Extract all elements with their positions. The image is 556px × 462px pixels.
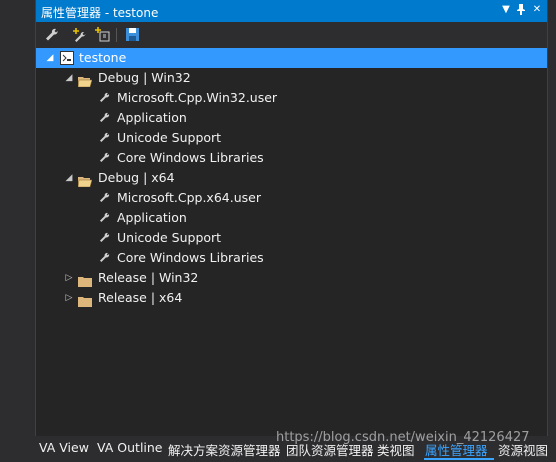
expand-arrow-icon[interactable]: ▷ — [64, 288, 74, 308]
folder-open-icon — [77, 73, 93, 88]
tree-group-release-win32[interactable]: ▷ Release | Win32 — [36, 268, 548, 288]
panel-title: 属性管理器 - testone — [41, 6, 159, 20]
tree-root-testone[interactable]: ◢ testone — [36, 48, 548, 68]
collapse-arrow-icon[interactable]: ◢ — [64, 168, 74, 188]
tree-item[interactable]: Core Windows Libraries — [36, 248, 548, 268]
save-icon[interactable] — [124, 26, 142, 44]
dropdown-icon[interactable]: ▼ — [499, 3, 513, 17]
tree-group-debug-win32[interactable]: ◢ Debug | Win32 — [36, 68, 548, 88]
wrench-icon — [98, 231, 112, 242]
tree-group-label: Debug | Win32 — [98, 70, 191, 85]
tree-item[interactable]: Unicode Support — [36, 228, 548, 248]
tree-item-label: Microsoft.Cpp.Win32.user — [117, 90, 278, 105]
wrench-icon[interactable] — [43, 26, 61, 44]
expand-arrow-icon[interactable]: ▷ — [64, 268, 74, 288]
panel-titlebar[interactable]: 属性管理器 - testone ▼ ✕ — [36, 0, 548, 22]
panel-toolbar — [36, 22, 548, 49]
pin-icon[interactable] — [514, 3, 528, 17]
folder-closed-icon — [78, 273, 92, 287]
panel-border — [547, 0, 548, 436]
project-icon — [60, 51, 74, 65]
tree-item-label: Unicode Support — [117, 130, 222, 145]
watermark: https://blog.csdn.net/weixin_42126427 — [276, 430, 530, 445]
tree-root-label: testone — [79, 50, 127, 65]
wrench-icon — [98, 251, 112, 262]
folder-closed-icon — [78, 293, 92, 307]
left-dock-strip — [0, 0, 35, 462]
tab-va-outline[interactable]: VA Outline — [97, 440, 163, 455]
tree-group-label: Release | Win32 — [98, 270, 199, 285]
tree-item[interactable]: Microsoft.Cpp.Win32.user — [36, 88, 548, 108]
wrench-icon — [98, 151, 112, 162]
close-icon[interactable]: ✕ — [530, 3, 544, 17]
add-property-icon[interactable] — [72, 26, 90, 44]
tree-item-label: Application — [117, 110, 187, 125]
tree-item-label: Microsoft.Cpp.x64.user — [117, 190, 261, 205]
tree-group-release-x64[interactable]: ▷ Release | x64 — [36, 288, 548, 308]
tree-item-label: Application — [117, 210, 187, 225]
collapse-arrow-icon[interactable]: ◢ — [64, 68, 74, 88]
right-dock-strip — [548, 0, 556, 462]
tree-item[interactable]: Unicode Support — [36, 128, 548, 148]
tree-item[interactable]: Microsoft.Cpp.x64.user — [36, 188, 548, 208]
tree-item[interactable]: Core Windows Libraries — [36, 148, 548, 168]
folder-open-icon — [77, 173, 93, 188]
tree-item-label: Core Windows Libraries — [117, 150, 264, 165]
tab-solution-explorer[interactable]: 解决方案资源管理器 — [168, 440, 281, 459]
wrench-icon — [98, 111, 112, 122]
wrench-icon — [98, 91, 112, 102]
wrench-icon — [98, 211, 112, 222]
toolbar-separator — [116, 28, 117, 42]
wrench-icon — [98, 131, 112, 142]
collapse-arrow-icon[interactable]: ◢ — [45, 48, 55, 68]
tree-item-label: Core Windows Libraries — [117, 250, 264, 265]
active-tab-indicator — [424, 458, 494, 460]
property-manager-panel: 属性管理器 - testone ▼ ✕ ◢ testone ◢ Debug | … — [35, 0, 548, 436]
tree-item-label: Unicode Support — [117, 230, 222, 245]
tree-group-label: Release | x64 — [98, 290, 183, 305]
tree-group-debug-x64[interactable]: ◢ Debug | x64 — [36, 168, 548, 188]
tree-item[interactable]: Application — [36, 108, 548, 128]
tree-group-label: Debug | x64 — [98, 170, 175, 185]
tree-item[interactable]: Application — [36, 208, 548, 228]
tab-va-view[interactable]: VA View — [39, 440, 89, 455]
add-sheet-icon[interactable] — [94, 26, 112, 44]
wrench-icon — [98, 191, 112, 202]
